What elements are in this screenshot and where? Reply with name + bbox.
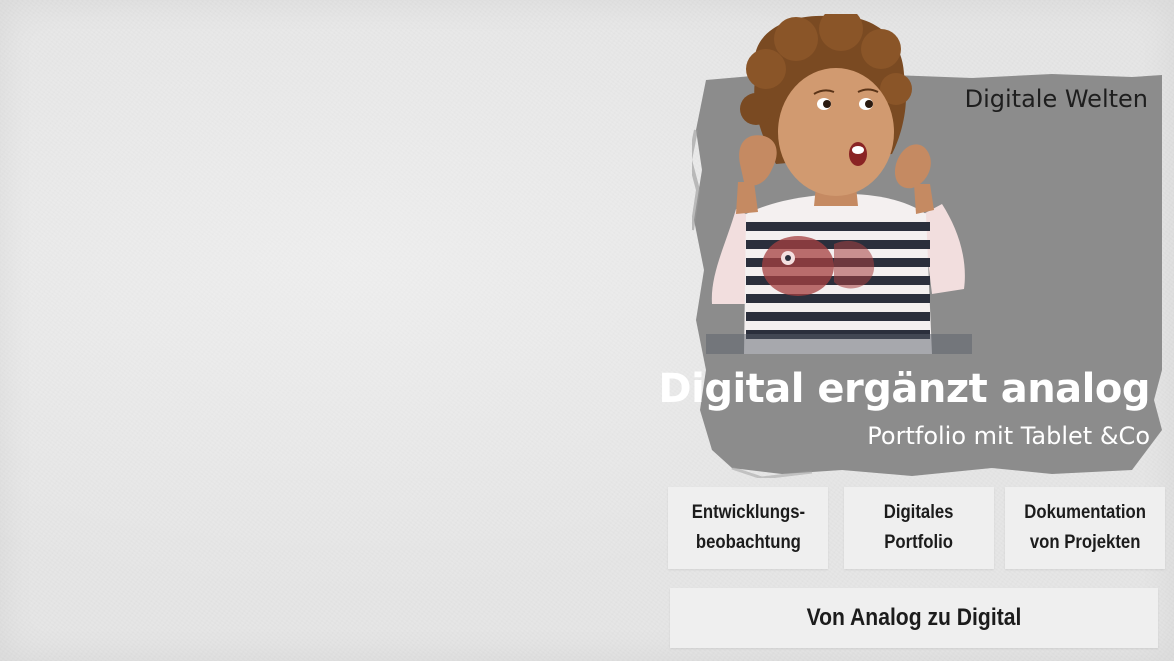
section-title: Digitale Welten [964,85,1148,113]
tile-label: Entwicklungs- beobachtung [691,502,805,553]
child-photo [706,14,972,354]
tile-label: Dokumentation von Projekten [1024,502,1146,553]
tile-label: Von Analog zu Digital [806,604,1022,631]
hero-title: Digital ergänzt analog [658,366,1150,412]
tile-digitales-portfolio[interactable]: Digitales Portfolio [844,487,994,569]
tile-von-analog-zu-digital[interactable]: Von Analog zu Digital [670,588,1158,648]
child-illustration [706,14,972,354]
tile-entwicklungsbeobachtung[interactable]: Entwicklungs- beobachtung [668,487,828,569]
tile-label: Digitales Portfolio [884,502,954,553]
hero-subtitle: Portfolio mit Tablet &Co [867,422,1150,450]
tile-dokumentation-projekte[interactable]: Dokumentation von Projekten [1005,487,1165,569]
